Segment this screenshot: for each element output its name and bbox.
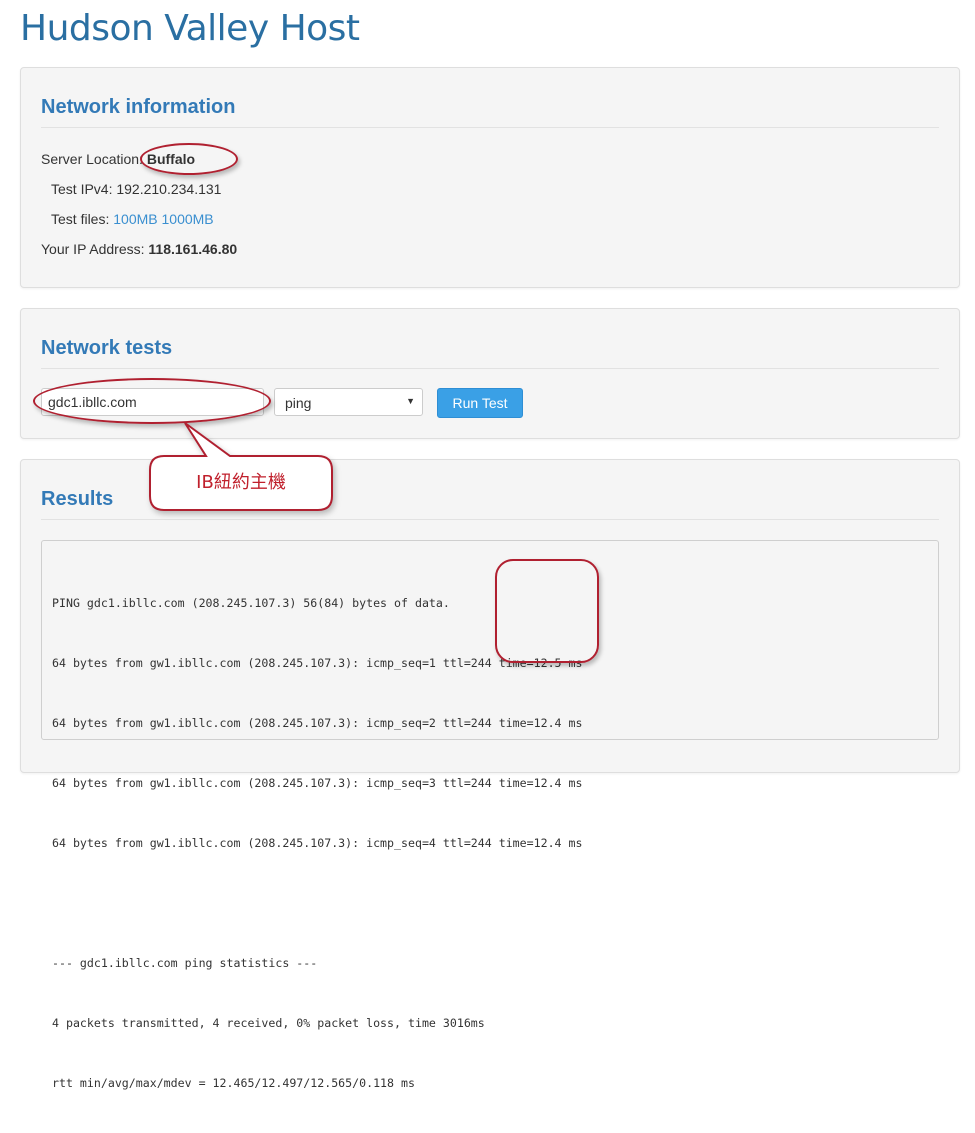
annotation-callout-text: IB紐約主機	[196, 472, 286, 493]
your-ip-value: 118.161.46.80	[148, 241, 238, 257]
test-ipv4-value: 192.210.234.131	[116, 181, 222, 197]
test-files-row: Test files: 100MB 1000MB	[51, 211, 214, 227]
test-file-100mb-link[interactable]: 100MB	[113, 211, 157, 227]
site-title: Hudson Valley Host	[20, 8, 360, 49]
divider	[41, 519, 939, 520]
server-location-label: Server Location:	[41, 151, 143, 167]
chevron-down-icon: ▼	[406, 396, 415, 406]
test-type-value: ping	[285, 395, 312, 411]
network-info-heading: Network information	[41, 96, 236, 118]
test-ipv4-label: Test IPv4:	[51, 181, 113, 197]
results-heading: Results	[41, 488, 114, 510]
test-type-select[interactable]: ping ▼	[274, 388, 423, 416]
test-ipv4-row: Test IPv4: 192.210.234.131	[51, 181, 221, 197]
output-line: rtt min/avg/max/mdev = 12.465/12.497/12.…	[52, 1076, 415, 1090]
results-panel: Results PING gdc1.ibllc.com (208.245.107…	[20, 459, 960, 1090]
network-tests-heading: Network tests	[41, 337, 173, 359]
output-line: 4 packets transmitted, 4 received, 0% pa…	[52, 1016, 485, 1030]
your-ip-label: Your IP Address:	[41, 241, 145, 257]
output-line: 64 bytes from gw1.ibllc.com (208.245.107…	[52, 716, 583, 730]
annotation-ellipse-location	[140, 143, 238, 175]
annotation-box-times	[495, 559, 599, 663]
test-file-1000mb-link[interactable]: 1000MB	[162, 211, 214, 227]
network-info-panel: Network information Server Location: Buf…	[20, 67, 960, 288]
output-line: 64 bytes from gw1.ibllc.com (208.245.107…	[52, 776, 583, 790]
annotation-ellipse-host	[33, 378, 271, 424]
output-line: --- gdc1.ibllc.com ping statistics ---	[52, 956, 318, 970]
divider	[41, 368, 939, 369]
your-ip-row: Your IP Address: 118.161.46.80	[41, 241, 237, 257]
output-line: 64 bytes from gw1.ibllc.com (208.245.107…	[52, 836, 583, 850]
output-line: 64 bytes from gw1.ibllc.com (208.245.107…	[52, 656, 583, 670]
results-output: PING gdc1.ibllc.com (208.245.107.3) 56(8…	[41, 540, 939, 1090]
test-files-label: Test files:	[51, 211, 110, 227]
divider	[41, 127, 939, 128]
run-test-button[interactable]: Run Test	[437, 388, 523, 418]
output-line: PING gdc1.ibllc.com (208.245.107.3) 56(8…	[52, 596, 450, 610]
